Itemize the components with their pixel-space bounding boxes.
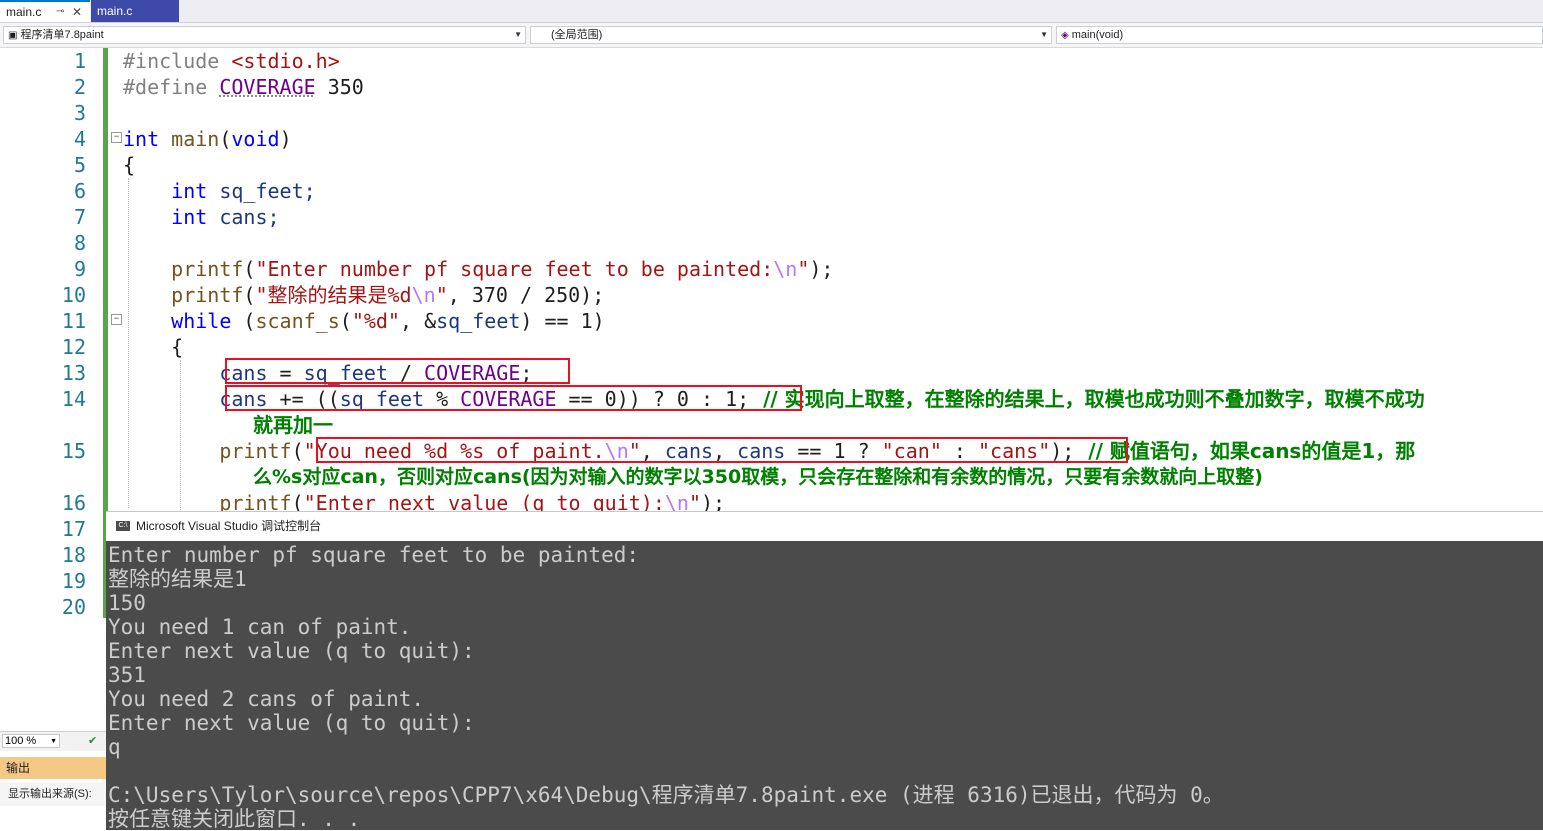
line-number: 4 xyxy=(73,127,86,151)
line-number: 13 xyxy=(61,361,86,385)
editor-status-bar: 100 % ▼ ✔ xyxy=(0,731,106,751)
chevron-down-icon: ▼ xyxy=(1040,30,1048,39)
code-comment: // 实现向上取整，在整除的结果上，取模也成功则不叠加数字，取模不成功 xyxy=(749,387,1425,411)
zoom-level: 100 % xyxy=(5,735,37,747)
line-number: 8 xyxy=(73,231,86,255)
output-source-label: 显示输出来源(S): xyxy=(8,788,92,800)
chevron-down-icon: ▼ xyxy=(514,30,522,39)
console-icon: C:\ xyxy=(116,521,130,531)
code-comment-wrap: 么%s对应can，否则对应cans(因为对输入的数字以350取模，只会存在整除和… xyxy=(253,466,1263,488)
output-source-row: 显示输出来源(S): xyxy=(0,782,106,806)
line-number: 17 xyxy=(61,517,86,541)
code-comment-wrap: 就再加一 xyxy=(253,413,333,437)
editor-gutter: 1 2 3 4 5 6 7 8 9 10 11 12 13 14 15 16 1… xyxy=(0,48,122,730)
function-name: main(void) xyxy=(1071,29,1124,41)
navigation-bar: ▣ 程序清单7.8paint ▼ (全局范围) ▼ ◈ main(void) xyxy=(0,23,1543,48)
console-line: 351 xyxy=(108,663,146,687)
project-name: 程序清单7.8paint xyxy=(20,29,104,41)
highlight-box xyxy=(316,437,1128,463)
output-content xyxy=(0,806,106,830)
console-line: 整除的结果是1 xyxy=(108,567,247,591)
console-line: 按任意键关闭此窗口. . . xyxy=(108,807,361,831)
line-number: 11 xyxy=(61,309,86,333)
tab-main-c-active[interactable]: main.c ⊸ ✕ xyxy=(0,0,90,22)
line-number: 16 xyxy=(61,491,86,515)
line-number: 18 xyxy=(61,543,86,567)
output-panel-header[interactable]: 输出 xyxy=(0,757,106,779)
console-line: Enter next value (q to quit): xyxy=(108,639,475,663)
function-dropdown[interactable]: ◈ main(void) xyxy=(1056,26,1543,44)
tab-label: main.c xyxy=(97,4,133,18)
line-number: 12 xyxy=(61,335,86,359)
code-line-6: int sq_feet; xyxy=(123,179,316,203)
document-tab-bar: main.c ⊸ ✕ main.c xyxy=(0,0,1543,23)
chevron-down-icon: ▼ xyxy=(50,738,57,745)
console-title-bar[interactable]: C:\ Microsoft Visual Studio 调试控制台 xyxy=(106,511,1543,542)
line-number: 7 xyxy=(73,205,86,229)
tab-main-c[interactable]: main.c xyxy=(91,0,179,22)
code-line-7: int cans; xyxy=(123,205,280,229)
check-icon: ✔ xyxy=(88,735,98,747)
project-icon: ▣ xyxy=(8,30,18,41)
collapse-toggle-icon[interactable]: − xyxy=(111,314,122,325)
line-number: 1 xyxy=(73,49,86,73)
line-number: 5 xyxy=(73,153,86,177)
output-title: 输出 xyxy=(6,761,31,775)
line-number: 6 xyxy=(73,179,86,203)
code-line-12: { xyxy=(123,335,184,359)
console-line: Enter number pf square feet to be painte… xyxy=(108,543,640,567)
console-line: Enter next value (q to quit): xyxy=(108,711,475,735)
code-line-2: #define COVERAGE 350 xyxy=(123,75,364,99)
highlight-box xyxy=(225,358,570,384)
tab-label: main.c xyxy=(6,5,42,19)
close-icon[interactable]: ✕ xyxy=(72,2,82,22)
line-number: 19 xyxy=(61,569,86,593)
project-dropdown[interactable]: ▣ 程序清单7.8paint ▼ xyxy=(3,26,526,44)
console-line: 150 xyxy=(108,591,146,615)
scope-dropdown[interactable]: (全局范围) ▼ xyxy=(530,26,1052,44)
line-number: 14 xyxy=(61,387,86,411)
collapse-toggle-icon[interactable]: − xyxy=(111,132,122,143)
function-icon: ◈ xyxy=(1061,30,1069,41)
line-number: 2 xyxy=(73,75,86,99)
zoom-dropdown[interactable]: 100 % ▼ xyxy=(2,734,60,748)
code-line-1: #include <stdio.h> xyxy=(123,49,340,73)
code-line-11: while (scanf_s("%d", &sq_feet) == 1) xyxy=(123,309,605,333)
line-number: 3 xyxy=(73,101,86,125)
highlight-box xyxy=(225,385,802,411)
console-title: Microsoft Visual Studio 调试控制台 xyxy=(136,519,322,533)
line-number: 15 xyxy=(61,439,86,463)
console-line: q xyxy=(108,735,121,759)
console-output[interactable]: Enter number pf square feet to be painte… xyxy=(106,541,1543,831)
console-line: You need 1 can of paint. xyxy=(108,615,412,639)
pin-icon[interactable]: ⊸ xyxy=(56,2,64,22)
code-line-9: printf("Enter number pf square feet to b… xyxy=(123,257,834,281)
code-line-10: printf("整除的结果是%d\n", 370 / 250); xyxy=(123,283,605,307)
line-number: 10 xyxy=(61,283,86,307)
line-number: 9 xyxy=(73,257,86,281)
code-line-5: { xyxy=(123,153,136,177)
console-line: C:\Users\Tylor\source\repos\CPP7\x64\Deb… xyxy=(108,783,1224,807)
scope-label: (全局范围) xyxy=(551,29,603,41)
code-line-4: int main(void) xyxy=(123,127,292,151)
console-line: You need 2 cans of paint. xyxy=(108,687,425,711)
line-number: 20 xyxy=(61,595,86,619)
change-indicator xyxy=(103,48,108,152)
